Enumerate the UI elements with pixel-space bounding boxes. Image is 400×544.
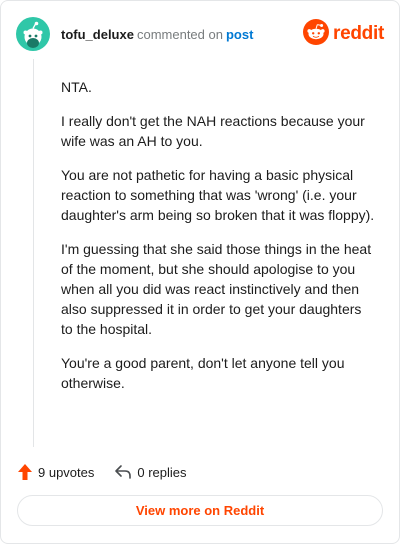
reddit-logo[interactable]: reddit bbox=[303, 18, 384, 50]
upvote-button[interactable]: 9 upvotes bbox=[17, 463, 94, 481]
post-link[interactable]: post bbox=[226, 27, 253, 42]
reddit-alien-icon bbox=[303, 18, 330, 50]
view-more-button[interactable]: View more on Reddit bbox=[17, 495, 383, 526]
comment-paragraph: NTA. bbox=[61, 79, 92, 95]
reply-arrow-icon bbox=[114, 464, 132, 480]
embedded-comment-card: tofu_deluxe commented on post reddit NTA… bbox=[0, 0, 400, 544]
upvote-arrow-icon bbox=[17, 463, 33, 481]
comment-meta: tofu_deluxe commented on post bbox=[61, 27, 253, 42]
thread-line bbox=[33, 59, 34, 447]
username-link[interactable]: tofu_deluxe bbox=[61, 27, 134, 42]
comment-actions: 9 upvotes 0 replies bbox=[17, 462, 187, 482]
comment-header: tofu_deluxe commented on post reddit bbox=[16, 17, 384, 51]
comment-paragraph: I really don't get the NAH reactions bec… bbox=[61, 113, 365, 149]
comment-paragraph: I'm guessing that she said those things … bbox=[61, 241, 372, 337]
comment-paragraph: You are not pathetic for having a basic … bbox=[61, 167, 375, 223]
reply-count: 0 replies bbox=[137, 464, 187, 480]
upvote-count: 9 upvotes bbox=[38, 464, 95, 480]
reddit-wordmark: reddit bbox=[333, 23, 384, 44]
reply-button[interactable]: 0 replies bbox=[114, 464, 187, 480]
snoo-avatar-icon[interactable] bbox=[16, 17, 50, 51]
comment-body: NTA. I really don't get the NAH reaction… bbox=[61, 77, 376, 407]
comment-paragraph: You're a good parent, don't let anyone t… bbox=[61, 355, 345, 391]
comment-verb: commented on bbox=[136, 27, 223, 42]
